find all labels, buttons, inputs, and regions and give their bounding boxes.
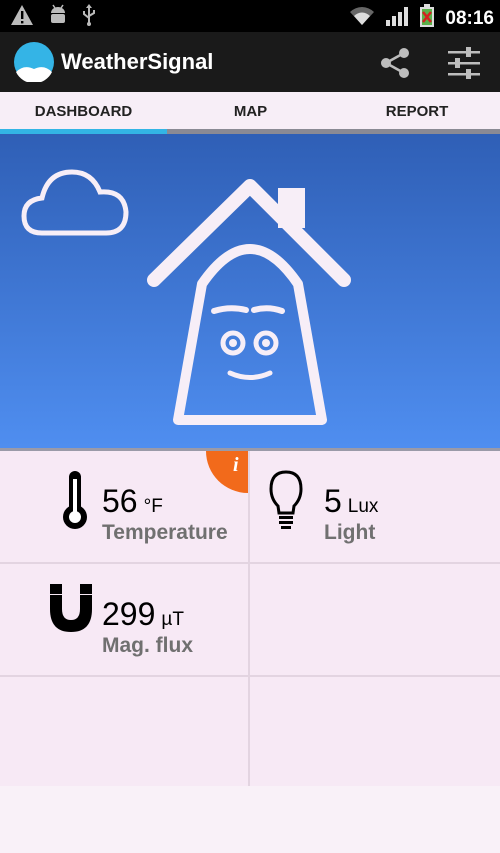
- settings-sliders-icon: [448, 47, 480, 79]
- empty-cell: [250, 677, 500, 786]
- tab-report-label: REPORT: [385, 103, 449, 120]
- cloud-icon: [21, 169, 129, 236]
- battery-icon: [419, 4, 435, 33]
- tab-dashboard-label: DASHBOARD: [34, 103, 133, 120]
- tab-report[interactable]: REPORT: [334, 92, 500, 134]
- info-button[interactable]: i: [206, 451, 248, 493]
- settings-button[interactable]: [446, 46, 482, 80]
- sensor-grid: 56 °F Temperature 5 Lux Light 299 µT Mag. f…: [0, 451, 500, 786]
- bottom-area: [0, 786, 500, 853]
- tab-map-label: MAP: [233, 103, 268, 120]
- tab-map[interactable]: MAP: [167, 92, 334, 134]
- clock: 08:16: [445, 7, 494, 29]
- sensor-value: 299 µT: [102, 596, 184, 632]
- sensor-label: Mag. flux: [102, 634, 194, 657]
- magnet-icon: [50, 584, 92, 632]
- sensor-value: 5 Lux: [324, 483, 379, 519]
- wifi-icon: [349, 5, 375, 32]
- warning-icon: [10, 4, 34, 31]
- house-face-icon: [147, 179, 351, 425]
- app-logo-icon: [14, 42, 54, 87]
- empty-cell: [0, 677, 248, 786]
- signal-icon: [385, 5, 409, 32]
- sensor-value: 56 °F: [102, 483, 163, 519]
- app-title: WeatherSignal: [61, 49, 214, 74]
- sensor-card-mag-flux[interactable]: 299 µT Mag. flux: [0, 564, 248, 675]
- usb-icon: [82, 4, 96, 31]
- sensor-label: Light: [324, 521, 376, 544]
- status-bar: 08:16: [0, 0, 500, 32]
- weather-illustration: [0, 134, 500, 448]
- info-icon: i: [206, 451, 248, 493]
- sensor-card-light[interactable]: 5 Lux Light: [250, 451, 500, 562]
- tab-bar: DASHBOARD MAP REPORT: [0, 92, 500, 134]
- empty-cell: [250, 564, 500, 675]
- share-button[interactable]: [378, 46, 412, 80]
- sensor-label: Temperature: [102, 521, 228, 544]
- tab-dashboard[interactable]: DASHBOARD: [0, 92, 167, 134]
- app-bar: WeatherSignal: [0, 32, 500, 92]
- svg-text:i: i: [233, 454, 239, 476]
- thermometer-icon: [63, 471, 87, 529]
- lightbulb-icon: [269, 470, 303, 529]
- share-icon: [381, 48, 409, 78]
- android-debug-icon: [48, 4, 68, 31]
